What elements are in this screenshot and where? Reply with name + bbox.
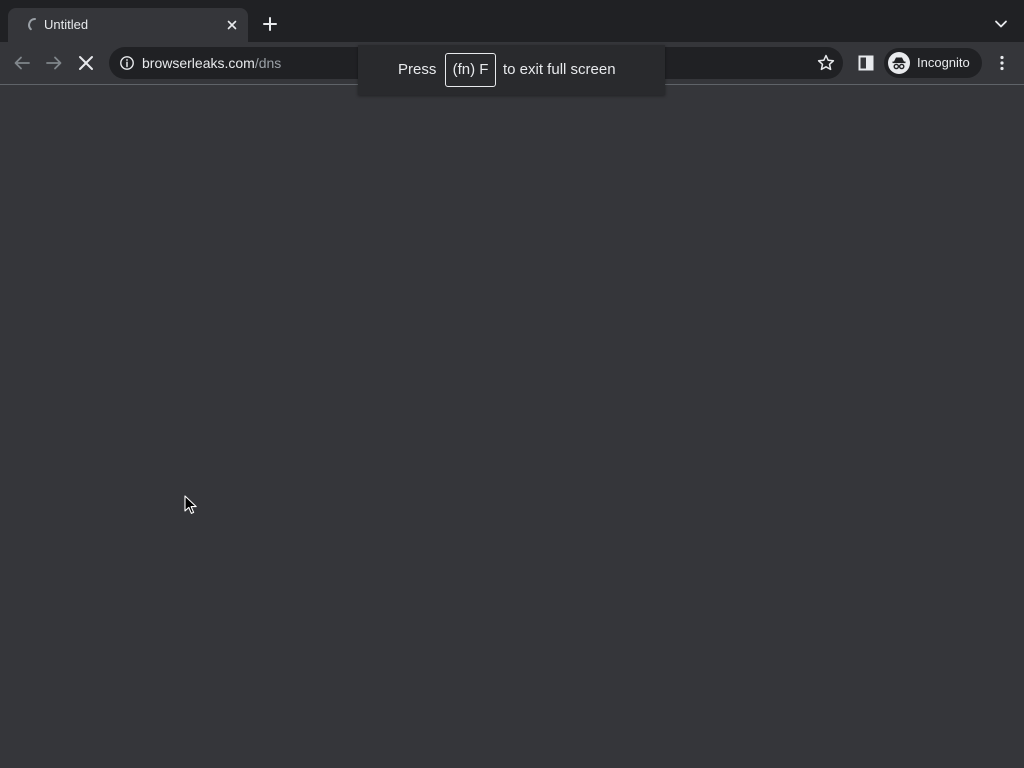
incognito-label: Incognito [917,55,970,70]
tab-close-icon[interactable] [224,17,240,33]
side-panel-icon[interactable] [854,51,878,75]
incognito-profile-button[interactable]: Incognito [884,48,982,78]
tab-search-button[interactable] [992,15,1010,33]
tab-title: Untitled [44,17,89,32]
loading-spinner-icon [28,18,36,31]
stop-loading-button[interactable] [74,51,98,75]
new-tab-button[interactable] [259,13,281,35]
tab-untitled[interactable]: Untitled [8,8,248,42]
forward-button[interactable] [42,51,66,75]
info-icon[interactable] [119,55,135,71]
incognito-icon [888,52,910,74]
url-path: /dns [254,55,282,71]
fullscreen-exit-text: to exit full screen [503,61,616,78]
tab-strip: Untitled [0,0,1024,42]
fullscreen-key-hint: (fn) F [445,53,496,87]
url-host: browserleaks.com [142,55,255,71]
page-content [0,85,1024,768]
fullscreen-exit-bubble: Press (fn) F to exit full screen [358,45,665,95]
mouse-cursor-icon [184,495,197,514]
fullscreen-press-text: Press [398,61,437,78]
bookmark-star-icon[interactable] [816,53,836,73]
url-text[interactable]: browserleaks.com/dns [142,55,281,71]
kebab-menu-icon[interactable] [990,51,1014,75]
back-button[interactable] [10,51,34,75]
